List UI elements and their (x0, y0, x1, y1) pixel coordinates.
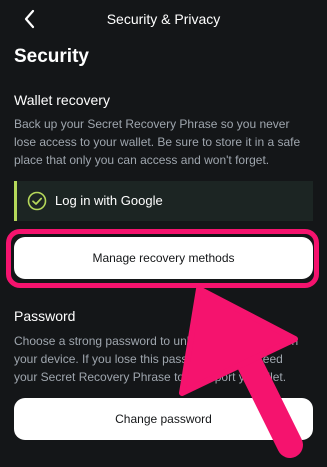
password-description-line-3: your Secret Recovery Phrase to re-import… (14, 370, 287, 384)
security-heading: Security (14, 46, 89, 67)
recovery-status-box: Log in with Google (14, 181, 313, 221)
wallet-recovery-description: Back up your Secret Recovery Phrase so y… (14, 117, 301, 167)
wallet-recovery-heading: Wallet recovery (14, 92, 110, 108)
check-circle-icon (27, 191, 47, 211)
manage-recovery-methods-button[interactable]: Manage recovery methods (14, 237, 313, 279)
change-password-button[interactable]: Change password (14, 398, 313, 440)
password-heading: Password (14, 308, 76, 324)
recovery-status-label: Log in with Google (55, 193, 163, 208)
password-description-line-1: Choose a strong password to unlock sk app… (14, 334, 299, 348)
header-bar: Security & Privacy (0, 0, 327, 38)
page-title: Security & Privacy (106, 11, 221, 27)
password-description: Choose a strong password to unlock sk app… (14, 332, 314, 386)
password-description-line-2: your device. If you lose this password, … (14, 352, 283, 366)
